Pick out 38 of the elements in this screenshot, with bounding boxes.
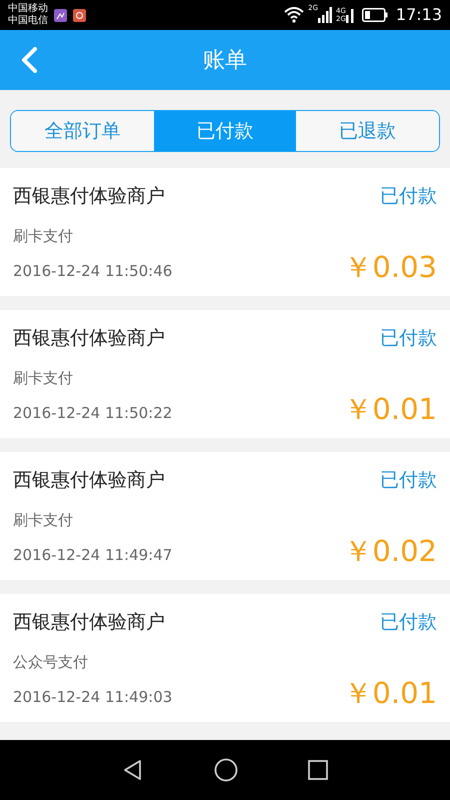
payment-status: 已付款: [380, 326, 437, 351]
payment-status: 已付款: [380, 468, 437, 493]
recents-icon[interactable]: [308, 760, 328, 780]
transaction-time: 2016-12-24 11:49:03: [13, 686, 172, 708]
payment-status: 已付款: [380, 610, 437, 635]
payment-method: 公众号支付: [13, 652, 89, 672]
payment-method: 刷卡支付: [13, 226, 74, 246]
payment-status: 已付款: [380, 184, 437, 209]
amount: ￥0.03: [343, 253, 437, 282]
amount: ￥0.02: [343, 537, 437, 566]
merchant-name: 西银惠付体验商户: [13, 184, 165, 209]
battery-icon: [362, 8, 388, 22]
back-button[interactable]: [20, 46, 38, 74]
merchant-name: 西银惠付体验商户: [13, 468, 165, 493]
back-icon[interactable]: [122, 759, 144, 781]
transaction-time: 2016-12-24 11:50:22: [13, 402, 172, 424]
merchant-name: 西银惠付体验商户: [13, 610, 165, 635]
bill-card[interactable]: 西银惠付体验商户 已付款 公众号支付 2016-12-24 11:49:03 ￥0.01: [0, 594, 450, 722]
home-icon[interactable]: [214, 758, 238, 782]
app-icon: [73, 8, 86, 22]
carrier-name: 中国电信: [8, 15, 48, 27]
bill-card[interactable]: 西银惠付体验商户 已付款 刷卡支付 2016-12-24 11:50:46 ￥0.03: [0, 168, 450, 296]
amount: ￥0.01: [343, 679, 437, 708]
transaction-time: 2016-12-24 11:50:46: [13, 260, 172, 282]
wifi-icon: [284, 7, 304, 23]
payment-method: 刷卡支付: [13, 368, 74, 388]
app-icon: [54, 8, 67, 22]
amount: ￥0.01: [343, 395, 437, 424]
bill-card[interactable]: 西银惠付体验商户 已付款 刷卡支付 2016-12-24 11:50:22 ￥0.01: [0, 310, 450, 438]
clock: 17:13: [396, 4, 442, 26]
signal-icon: [346, 7, 354, 23]
merchant-name: 西银惠付体验商户: [13, 326, 165, 351]
payment-method: 刷卡支付: [13, 510, 74, 530]
carrier-name: 中国移动: [8, 3, 48, 14]
bill-card[interactable]: 西银惠付体验商户 已付款 刷卡支付 2016-12-24 11:49:47 ￥0.02: [0, 452, 450, 580]
signal-icon: [318, 7, 332, 23]
transaction-time: 2016-12-24 11:49:47: [13, 544, 172, 566]
page-title: 账单: [203, 46, 247, 74]
